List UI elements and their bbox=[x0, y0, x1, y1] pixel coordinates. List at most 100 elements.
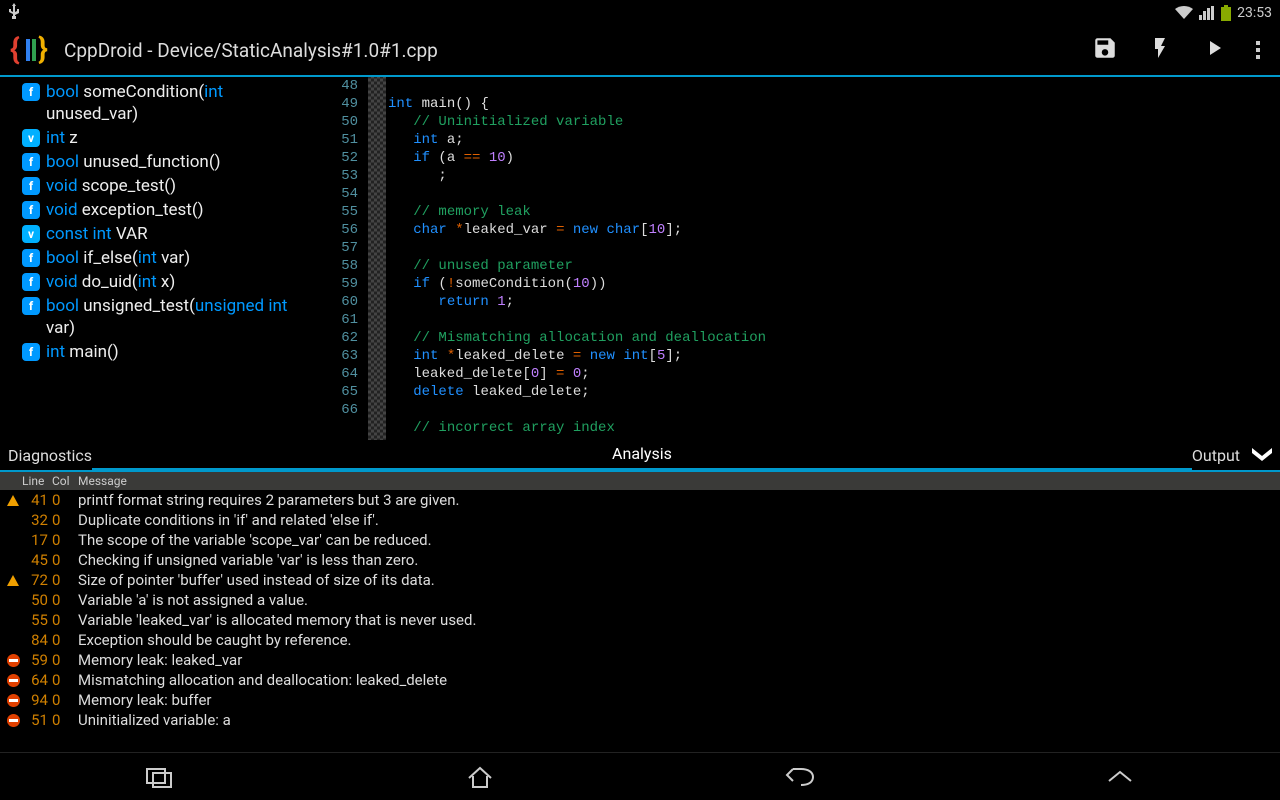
diag-msg: printf format string requires 2 paramete… bbox=[78, 490, 459, 510]
diag-msg: Duplicate conditions in 'if' and related… bbox=[78, 510, 379, 530]
symbol-label: void scope_test() bbox=[46, 175, 176, 197]
warning-icon bbox=[7, 495, 19, 506]
symbol-badge-icon: f bbox=[22, 273, 40, 291]
symbol-label: bool if_else(int var) bbox=[46, 247, 190, 269]
symbol-badge-icon: f bbox=[22, 249, 40, 267]
diagnostic-row[interactable]: 500Variable 'a' is not assigned a value. bbox=[0, 590, 1280, 610]
app-logo-icon: {} bbox=[10, 33, 54, 67]
symbol-item[interactable]: v int z bbox=[0, 126, 318, 150]
diagnostic-row[interactable]: 410printf format string requires 2 param… bbox=[0, 490, 1280, 510]
symbol-badge-icon: f bbox=[22, 153, 40, 171]
tab-diagnostics[interactable]: Diagnostics bbox=[0, 441, 92, 470]
symbol-sidebar: fbool someCondition(int unused_var)v int … bbox=[0, 77, 318, 440]
diag-msg: Mismatching allocation and deallocation:… bbox=[78, 670, 447, 690]
symbol-badge-icon: v bbox=[22, 225, 40, 243]
symbol-badge-icon: f bbox=[22, 297, 40, 315]
diag-msg: Memory leak: buffer bbox=[78, 690, 212, 710]
diagnostic-row[interactable]: 640Mismatching allocation and deallocati… bbox=[0, 670, 1280, 690]
diag-col: 0 bbox=[52, 630, 78, 650]
diagnostic-row[interactable]: 450Checking if unsigned variable 'var' i… bbox=[0, 550, 1280, 570]
symbol-badge-icon: v bbox=[22, 129, 40, 147]
svg-text:}: } bbox=[38, 33, 48, 67]
diagnostic-row[interactable]: 170The scope of the variable 'scope_var'… bbox=[0, 530, 1280, 550]
symbol-label: int z bbox=[46, 127, 78, 149]
diag-col: 0 bbox=[52, 550, 78, 570]
code-area[interactable]: int main() { // Uninitialized variable i… bbox=[388, 77, 1280, 440]
diag-col: 0 bbox=[52, 590, 78, 610]
diag-col: 0 bbox=[52, 710, 78, 730]
bottom-tabs: Diagnostics Analysis Output bbox=[0, 440, 1280, 472]
diag-msg: Exception should be caught by reference. bbox=[78, 630, 352, 650]
diag-col: 0 bbox=[52, 650, 78, 670]
symbol-label: const int VAR bbox=[46, 223, 148, 245]
tab-analysis[interactable]: Analysis bbox=[92, 439, 1192, 472]
expand-icon[interactable] bbox=[1248, 444, 1276, 470]
main-content: fbool someCondition(int unused_var)v int … bbox=[0, 77, 1280, 440]
header-col: Col bbox=[52, 474, 78, 488]
flash-icon[interactable] bbox=[1148, 35, 1172, 65]
diag-line: 84 bbox=[22, 630, 52, 650]
nav-recent-icon[interactable] bbox=[130, 765, 190, 789]
code-editor[interactable]: 48495051525354555657585960616263646566 i… bbox=[318, 77, 1280, 440]
symbol-item[interactable]: f void exception_test() bbox=[0, 198, 318, 222]
save-icon[interactable] bbox=[1092, 35, 1118, 65]
diagnostic-row[interactable]: 840Exception should be caught by referen… bbox=[0, 630, 1280, 650]
symbol-item[interactable]: f bool if_else(int var) bbox=[0, 246, 318, 270]
warning-icon bbox=[7, 575, 19, 586]
diag-col: 0 bbox=[52, 530, 78, 550]
symbol-label: bool unused_function() bbox=[46, 151, 221, 173]
diag-line: 55 bbox=[22, 610, 52, 630]
symbol-item[interactable]: v const int VAR bbox=[0, 222, 318, 246]
nav-home-icon[interactable] bbox=[450, 765, 510, 789]
symbol-item[interactable]: f void scope_test() bbox=[0, 174, 318, 198]
symbol-label: void do_uid(int x) bbox=[46, 271, 175, 293]
diag-col: 0 bbox=[52, 490, 78, 510]
app-toolbar: {} CppDroid - Device/StaticAnalysis#1.0#… bbox=[0, 25, 1280, 75]
header-line: Line bbox=[22, 474, 52, 488]
symbol-label: void exception_test() bbox=[46, 199, 204, 221]
symbol-label: bool unsigned_test(unsigned int var) bbox=[46, 295, 314, 339]
diagnostic-row[interactable]: 720Size of pointer 'buffer' used instead… bbox=[0, 570, 1280, 590]
symbol-item[interactable]: fint main() bbox=[0, 340, 318, 364]
fold-strip bbox=[368, 77, 386, 440]
symbol-item[interactable]: f void do_uid(int x) bbox=[0, 270, 318, 294]
symbol-item[interactable]: f bool unused_function() bbox=[0, 150, 318, 174]
symbol-badge-icon: f bbox=[22, 83, 40, 101]
symbol-item[interactable]: f bool unsigned_test(unsigned int var) bbox=[0, 294, 318, 340]
diag-msg: Uninitialized variable: a bbox=[78, 710, 231, 730]
header-msg: Message bbox=[78, 474, 127, 488]
diag-line: 17 bbox=[22, 530, 52, 550]
nav-up-icon[interactable] bbox=[1090, 767, 1150, 787]
diag-col: 0 bbox=[52, 690, 78, 710]
diagnostic-row[interactable]: 590Memory leak: leaked_var bbox=[0, 650, 1280, 670]
overflow-menu-icon[interactable] bbox=[1256, 41, 1260, 59]
diag-line: 59 bbox=[22, 650, 52, 670]
line-gutter: 48495051525354555657585960616263646566 bbox=[318, 77, 368, 440]
diag-msg: Variable 'a' is not assigned a value. bbox=[78, 590, 308, 610]
diagnostic-row[interactable]: 320Duplicate conditions in 'if' and rela… bbox=[0, 510, 1280, 530]
diag-line: 72 bbox=[22, 570, 52, 590]
diag-col: 0 bbox=[52, 670, 78, 690]
diag-col: 0 bbox=[52, 570, 78, 590]
wifi-icon bbox=[1175, 6, 1193, 20]
diag-msg: Size of pointer 'buffer' used instead of… bbox=[78, 570, 435, 590]
error-icon bbox=[7, 654, 20, 667]
play-icon[interactable] bbox=[1202, 35, 1226, 65]
diag-line: 32 bbox=[22, 510, 52, 530]
symbol-item[interactable]: fbool someCondition(int unused_var) bbox=[0, 80, 318, 126]
diag-line: 50 bbox=[22, 590, 52, 610]
error-icon bbox=[7, 694, 20, 707]
app-title: CppDroid - Device/StaticAnalysis#1.0#1.c… bbox=[64, 39, 1092, 62]
signal-icon bbox=[1199, 6, 1215, 20]
diagnostic-row[interactable]: 550Variable 'leaked_var' is allocated me… bbox=[0, 610, 1280, 630]
diag-line: 64 bbox=[22, 670, 52, 690]
symbol-badge-icon: f bbox=[22, 201, 40, 219]
symbol-label: int main() bbox=[46, 341, 119, 363]
nav-back-icon[interactable] bbox=[770, 765, 830, 789]
diagnostics-list[interactable]: 410printf format string requires 2 param… bbox=[0, 490, 1280, 752]
diag-col: 0 bbox=[52, 510, 78, 530]
diag-line: 51 bbox=[22, 710, 52, 730]
diagnostic-row[interactable]: 940Memory leak: buffer bbox=[0, 690, 1280, 710]
symbol-badge-icon: f bbox=[22, 177, 40, 195]
diagnostic-row[interactable]: 510Uninitialized variable: a bbox=[0, 710, 1280, 730]
